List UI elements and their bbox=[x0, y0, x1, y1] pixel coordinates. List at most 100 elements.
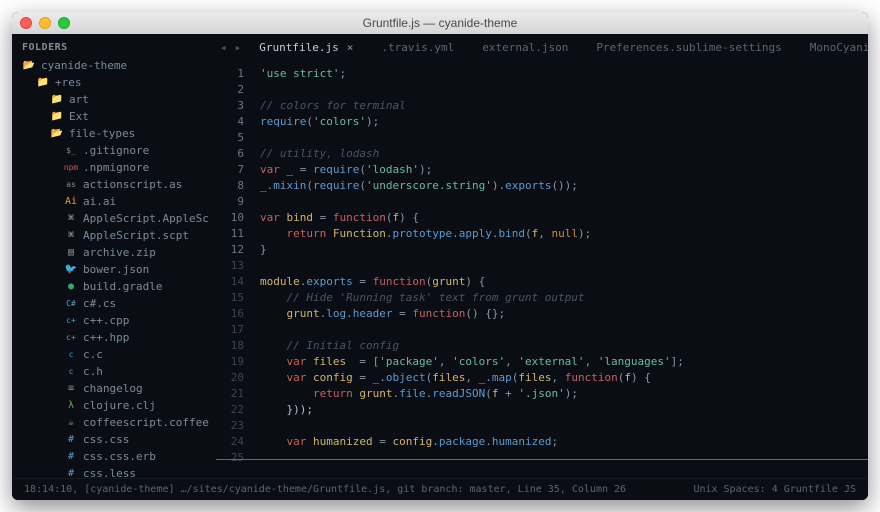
traffic-lights bbox=[20, 17, 70, 29]
tree-item[interactable]: λ clojure.clj bbox=[12, 397, 216, 414]
cpp-icon: c+ bbox=[64, 332, 78, 344]
css-icon: # bbox=[64, 434, 78, 446]
tree-item-label: art bbox=[69, 93, 89, 106]
cs-icon: C# bbox=[64, 298, 78, 310]
tree-item-label: AppleScript.AppleScript bbox=[83, 212, 210, 225]
tree-item-label: c.h bbox=[83, 365, 103, 378]
zip-icon: ▤ bbox=[64, 247, 78, 259]
folder-open-icon: 📂 bbox=[22, 60, 36, 72]
code-area[interactable]: 1234567891011121314151617181920212223242… bbox=[216, 60, 868, 478]
tree-item-label: Ext bbox=[69, 110, 89, 123]
txt-icon: ≡ bbox=[64, 383, 78, 395]
tree-item-label: changelog bbox=[83, 382, 143, 395]
tree-item[interactable]: c+ c++.hpp bbox=[12, 329, 216, 346]
tree-item[interactable]: ▤ archive.zip bbox=[12, 244, 216, 261]
bower-icon: 🐦 bbox=[64, 264, 78, 276]
tree-item-label: ai.ai bbox=[83, 195, 116, 208]
minimize-icon[interactable] bbox=[39, 17, 51, 29]
cursor-line-indicator bbox=[216, 459, 868, 460]
tree-item[interactable]: 📁Ext bbox=[12, 108, 216, 125]
tree-item[interactable]: 📂 cyanide-theme bbox=[12, 57, 216, 74]
tree-item[interactable]: c+ c++.cpp bbox=[12, 312, 216, 329]
npm-icon: npm bbox=[64, 162, 78, 174]
ai-icon: Ai bbox=[64, 196, 78, 208]
folder-icon: 📁 bbox=[50, 94, 64, 106]
tree-item-label: file-types bbox=[69, 127, 135, 140]
tree-item-label: css.css.erb bbox=[83, 450, 156, 463]
tree-item[interactable]: c c.c bbox=[12, 346, 216, 363]
tree-item-label: actionscript.as bbox=[83, 178, 182, 191]
tree-item[interactable]: # css.css bbox=[12, 431, 216, 448]
tree-item-label: cyanide-theme bbox=[41, 59, 127, 72]
tab[interactable]: .travis.yml bbox=[367, 34, 468, 60]
close-icon[interactable] bbox=[20, 17, 32, 29]
tab-bar: ◂ ▸ Gruntfile.js × .travis.yml external.jso… bbox=[216, 34, 868, 60]
status-right: Unix Spaces: 4 Gruntfile JS bbox=[693, 484, 856, 495]
tree-item[interactable]: 📂 file-types bbox=[12, 125, 216, 142]
tree-item[interactable]: as actionscript.as bbox=[12, 176, 216, 193]
tab-close-icon[interactable]: × bbox=[347, 41, 354, 54]
tree-item[interactable]: ⌘ AppleScript.scpt bbox=[12, 227, 216, 244]
sidebar[interactable]: FOLDERS 📂cyanide-theme📁+res📁art📁Ext📂file… bbox=[12, 34, 216, 478]
editor-window: Gruntfile.js — cyanide-theme FOLDERS 📂cy… bbox=[12, 12, 868, 500]
tree-item[interactable]: Ai ai.ai bbox=[12, 193, 216, 210]
tree-item[interactable]: C# c#.cs bbox=[12, 295, 216, 312]
tree-item-label: clojure.clj bbox=[83, 399, 156, 412]
css-icon: # bbox=[64, 451, 78, 463]
tree-item[interactable]: ⌘ AppleScript.AppleScript bbox=[12, 210, 216, 227]
clj-icon: λ bbox=[64, 400, 78, 412]
tree-item[interactable]: ≡ changelog bbox=[12, 380, 216, 397]
tab-label: external.json bbox=[482, 41, 568, 54]
tree-item-label: archive.zip bbox=[83, 246, 156, 259]
tree-item-label: c.c bbox=[83, 348, 103, 361]
as-icon: as bbox=[64, 179, 78, 191]
folder-icon: 📁 bbox=[36, 77, 50, 89]
tree-item[interactable]: # css.css.erb bbox=[12, 448, 216, 465]
titlebar: Gruntfile.js — cyanide-theme bbox=[12, 12, 868, 34]
tab-label: Gruntfile.js bbox=[259, 41, 338, 54]
tree-item[interactable]: npm .npmignore bbox=[12, 159, 216, 176]
zoom-icon[interactable] bbox=[58, 17, 70, 29]
tab[interactable]: MonoCyanide - Constrasted Semi.tmTheme bbox=[796, 34, 868, 60]
script-icon: ⌘ bbox=[64, 230, 78, 242]
cpp-icon: c+ bbox=[64, 315, 78, 327]
tree-item[interactable]: ● build.gradle bbox=[12, 278, 216, 295]
folder-open-icon: 📂 bbox=[50, 128, 64, 140]
tab-label: Preferences.sublime-settings bbox=[596, 41, 781, 54]
tree-item[interactable]: c c.h bbox=[12, 363, 216, 380]
tab-scroll-left-icon[interactable]: ◂ bbox=[216, 41, 231, 54]
script-icon: ⌘ bbox=[64, 213, 78, 225]
tab[interactable]: Preferences.sublime-settings bbox=[582, 34, 795, 60]
window-title: Gruntfile.js — cyanide-theme bbox=[12, 16, 868, 30]
tree-item-label: bower.json bbox=[83, 263, 149, 276]
source-code[interactable]: 'use strict'; // colors for terminalrequ… bbox=[254, 60, 868, 478]
tree-item-label: .gitignore bbox=[83, 144, 149, 157]
tree-item[interactable]: 📁 art bbox=[12, 91, 216, 108]
tree-item[interactable]: ☕coffeescript.coffee bbox=[12, 414, 216, 431]
tree-item-label: AppleScript.scpt bbox=[83, 229, 189, 242]
tab-label: MonoCyanide - Constrasted Semi.tmTheme bbox=[810, 41, 868, 54]
tree-item-label: css.css bbox=[83, 433, 129, 446]
tab-label: .travis.yml bbox=[381, 41, 454, 54]
tree-item[interactable]: 🐦 bower.json bbox=[12, 261, 216, 278]
tab[interactable]: Gruntfile.js × bbox=[245, 34, 367, 60]
c-icon: c bbox=[64, 349, 78, 361]
line-number-gutter: 1234567891011121314151617181920212223242… bbox=[216, 60, 254, 478]
tree-item-label: css.less bbox=[83, 467, 136, 478]
tree-item-label: c#.cs bbox=[83, 297, 116, 310]
coffee-icon: ☕ bbox=[64, 417, 78, 429]
tree-item-label: c++.hpp bbox=[83, 331, 129, 344]
body: FOLDERS 📂cyanide-theme📁+res📁art📁Ext📂file… bbox=[12, 34, 868, 478]
tree-item-label: c++.cpp bbox=[83, 314, 129, 327]
tree-item[interactable]: $_ .gitignore bbox=[12, 142, 216, 159]
tab-scroll-right-icon[interactable]: ▸ bbox=[231, 41, 246, 54]
git-icon: $_ bbox=[64, 145, 78, 157]
tree-item-label: .npmignore bbox=[83, 161, 149, 174]
status-bar: 18:14:10, [cyanide-theme] …/sites/cyanid… bbox=[12, 478, 868, 500]
c-icon: c bbox=[64, 366, 78, 378]
tab[interactable]: external.json bbox=[468, 34, 582, 60]
tree-item-label: build.gradle bbox=[83, 280, 162, 293]
gradle-icon: ● bbox=[64, 281, 78, 293]
tree-item[interactable]: #css.less bbox=[12, 465, 216, 478]
tree-item[interactable]: 📁+res bbox=[12, 74, 216, 91]
